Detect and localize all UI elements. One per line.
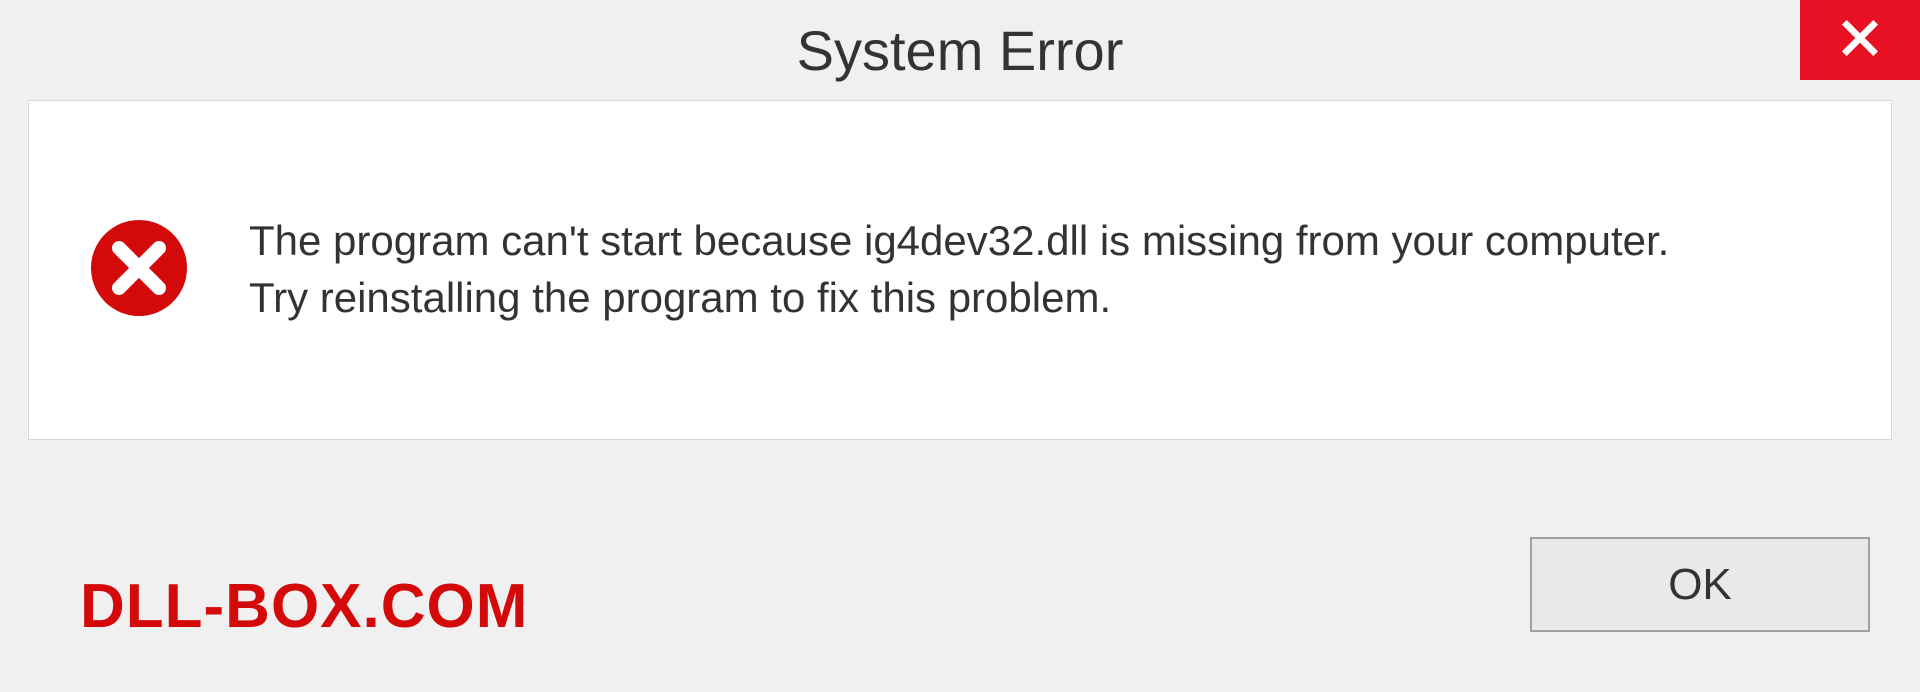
- ok-button-label: OK: [1668, 560, 1732, 610]
- error-icon: [89, 218, 189, 323]
- error-message-line1: The program can't start because ig4dev32…: [249, 213, 1669, 270]
- content-panel: The program can't start because ig4dev32…: [28, 100, 1892, 440]
- watermark-text: DLL-BOX.COM: [40, 571, 528, 652]
- error-message-line2: Try reinstalling the program to fix this…: [249, 270, 1669, 327]
- close-button[interactable]: [1800, 0, 1920, 80]
- dialog-title: System Error: [797, 18, 1124, 83]
- titlebar: System Error: [0, 0, 1920, 100]
- close-icon: [1840, 18, 1880, 63]
- error-message: The program can't start because ig4dev32…: [249, 213, 1669, 326]
- ok-button[interactable]: OK: [1530, 537, 1870, 632]
- dialog-footer: DLL-BOX.COM OK: [0, 452, 1920, 692]
